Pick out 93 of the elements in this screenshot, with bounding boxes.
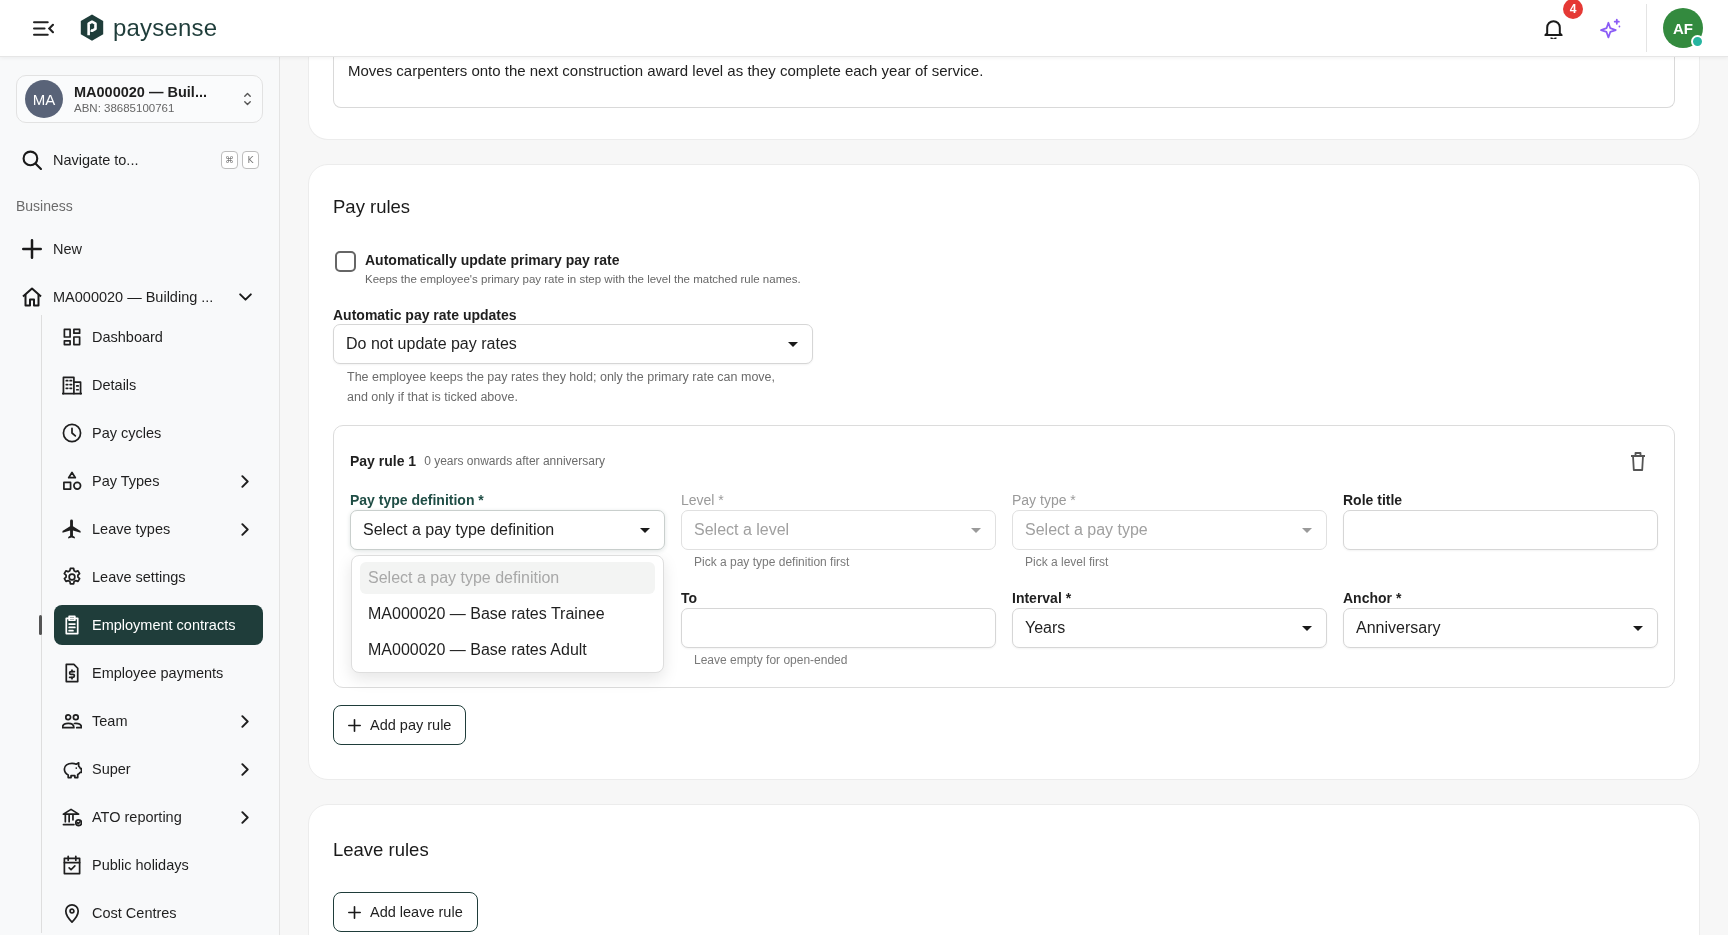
field-label: Automatic pay rate updates (333, 306, 518, 324)
business-abn: ABN: 38685100761 (74, 100, 176, 116)
field-label: Role title (1343, 492, 1403, 508)
notification-badge: 4 (1563, 0, 1583, 19)
select-field[interactable]: Select a pay type definition (350, 510, 665, 550)
piggy-bank-icon (62, 759, 82, 779)
field-label: To (681, 590, 698, 606)
chevron-right-icon (241, 714, 249, 728)
checkbox-label: Automatically update primary pay rate (365, 251, 621, 269)
gear-icon (62, 567, 82, 587)
field-label: Anchor * (1343, 590, 1402, 606)
caret-down-icon (971, 527, 981, 533)
nav-item[interactable]: Employee payments (54, 653, 263, 693)
field-label: Pay type definition * (350, 492, 484, 508)
caret-down-icon (640, 527, 650, 533)
up-down-chevron-icon (243, 92, 252, 106)
bell-icon (1542, 17, 1564, 39)
business-name: MA000020 — Buil... (74, 82, 208, 101)
helper-text: Pick a pay type definition first (693, 554, 850, 570)
helper-text: Leave empty for open-ended (693, 652, 848, 668)
nav-item[interactable]: Pay Types (54, 461, 263, 501)
keyboard-key: K (242, 151, 259, 169)
home-icon (22, 287, 42, 307)
nav-item[interactable]: Cost Centres (54, 893, 263, 933)
helper-text: Pick a level first (1024, 554, 1109, 570)
nav-item[interactable]: Public holidays (54, 845, 263, 885)
caret-down-icon (1302, 625, 1312, 631)
nav-item[interactable]: Super (54, 749, 263, 789)
shapes-icon (62, 471, 82, 491)
chevron-right-icon (241, 762, 249, 776)
clipboard-icon (62, 615, 82, 635)
calendar-check-icon (62, 855, 82, 875)
organisation-item[interactable]: MA000020 — Building ... (16, 279, 263, 315)
section-title: Business (16, 198, 74, 214)
nav-item[interactable]: Details (54, 365, 263, 405)
menu-icon (32, 20, 54, 36)
trash-icon (1630, 451, 1646, 471)
description-field[interactable]: Moves carpenters onto the next construction award level as they complete each year of service. (333, 57, 1675, 108)
section-heading: Leave rules (333, 838, 430, 862)
bank-icon (62, 807, 82, 827)
caret-down-icon (788, 341, 798, 347)
clock-icon (62, 423, 82, 443)
logo-text: paysense (113, 14, 218, 42)
new-item[interactable]: New (16, 231, 263, 267)
logo-icon (80, 14, 104, 42)
add-pay-rule-button[interactable]: Add pay rule (333, 705, 467, 745)
business-switcher[interactable]: MA MA000020 — Buil... ABN: 38685100761 (16, 75, 263, 123)
dropdown-option[interactable]: MA000020 — Base rates Trainee (360, 598, 655, 630)
checkbox-description: Keeps the employee's primary pay rate in step with the level the matched rule names. (365, 272, 801, 287)
chevron-down-icon (239, 293, 252, 301)
text-field[interactable] (681, 608, 996, 648)
building-icon (62, 375, 82, 395)
location-pin-icon (62, 903, 82, 923)
airplane-icon (62, 519, 82, 539)
nav-item[interactable]: Leave types (54, 509, 263, 549)
field-label: Interval * (1012, 590, 1072, 606)
rule-summary: 0 years onwards after anniversary (424, 454, 605, 468)
chevron-right-icon (241, 474, 249, 488)
text-field[interactable] (1343, 510, 1658, 550)
nav-item[interactable]: Team (54, 701, 263, 741)
user-avatar[interactable]: AF (1663, 8, 1703, 48)
plus-icon (348, 718, 361, 732)
select-field[interactable]: Years (1012, 608, 1327, 648)
select-field[interactable]: Do not update pay rates (333, 324, 813, 364)
grid-icon (62, 327, 82, 347)
nav-item[interactable]: ATO reporting (54, 797, 263, 837)
chevron-right-icon (241, 810, 249, 824)
sparkle-icon (1599, 17, 1621, 39)
people-icon (62, 711, 82, 731)
navigate-search-button[interactable]: Navigate to... ⌘ K (16, 142, 263, 178)
rule-title: Pay rule 1 (350, 453, 417, 469)
add-leave-rule-button[interactable]: Add leave rule (333, 892, 478, 932)
helper-text: The employee keeps the pay rates they hold; only the primary rate can move, and only if that is ticked above. (346, 369, 776, 406)
checkbox[interactable] (335, 251, 356, 272)
chevron-right-icon (241, 522, 249, 536)
nav-item[interactable]: Leave settings (54, 557, 263, 597)
active-indicator (39, 615, 42, 635)
field-label: Pay type * (1012, 492, 1076, 508)
caret-down-icon (1302, 527, 1312, 533)
select-field[interactable]: Anniversary (1343, 608, 1658, 648)
field-label: Level * (681, 492, 724, 508)
dollar-document-icon (62, 663, 82, 683)
caret-down-icon (1633, 625, 1643, 631)
keyboard-key: ⌘ (221, 151, 238, 169)
section-heading: Pay rules (333, 195, 412, 219)
plus-icon (22, 239, 42, 259)
nav-item[interactable]: Employment contracts (54, 605, 263, 645)
business-avatar: MA (25, 80, 63, 118)
nav-item[interactable]: Dashboard (54, 317, 263, 357)
search-icon (22, 150, 42, 170)
nav-item[interactable]: Pay cycles (54, 413, 263, 453)
plus-icon (348, 905, 361, 919)
dropdown-option[interactable]: MA000020 — Base rates Adult (360, 634, 655, 666)
